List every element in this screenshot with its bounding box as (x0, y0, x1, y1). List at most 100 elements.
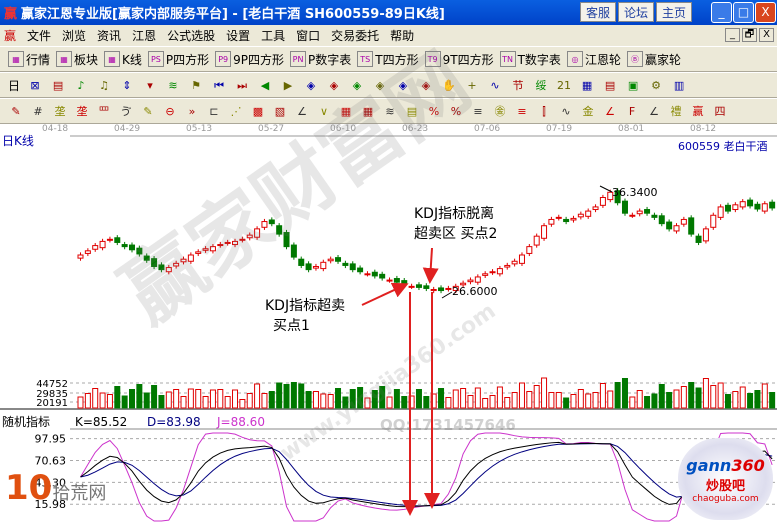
volume-bar (732, 391, 739, 409)
candle-body (386, 279, 393, 282)
volume-bar (165, 391, 172, 409)
volume-bar (180, 396, 187, 409)
volume-bar (769, 392, 776, 409)
volume-bar (393, 389, 400, 409)
candle-body (717, 206, 724, 218)
candle-body (129, 244, 136, 251)
candle-body (666, 221, 673, 230)
volume-bar (533, 385, 540, 409)
volume-bar (680, 386, 687, 409)
volume-bar (84, 393, 91, 409)
candle-body (114, 237, 121, 243)
volume-bar (114, 386, 121, 409)
candle-body (136, 247, 143, 255)
price-chart[interactable]: 44752298352019197.9570.6343.3015.98 (0, 0, 777, 524)
annotation-line: 超卖区 买点2 (414, 226, 498, 242)
candle-body (106, 238, 113, 241)
volume-bar (673, 389, 680, 409)
buy-point-2-arrow (422, 247, 439, 284)
kdj-d-line (80, 443, 773, 507)
volume-bar (173, 389, 180, 409)
candle-body (92, 245, 99, 250)
volume-bar (761, 383, 768, 409)
volume-bar (423, 396, 430, 409)
volume-bar (658, 384, 665, 409)
candle-body (585, 210, 592, 217)
candle-body (445, 287, 452, 290)
volume-bar (636, 390, 643, 409)
candle-body (474, 276, 481, 283)
candle-body (254, 228, 261, 238)
candle-body (276, 225, 283, 235)
volume-bar (717, 382, 724, 409)
volume-bar (106, 394, 113, 409)
volume-bar (349, 389, 356, 409)
volume-bar (592, 392, 599, 409)
candle-body (239, 238, 246, 241)
candle-body (599, 197, 606, 206)
candle-body (504, 264, 511, 268)
volume-bar (474, 387, 481, 409)
candle-body (158, 264, 165, 271)
candle-body (99, 240, 106, 249)
candle-body (379, 273, 386, 279)
volume-bar (202, 396, 209, 409)
high-price-label: 36.3400 (612, 186, 658, 199)
candle-body (371, 271, 378, 277)
volume-bar (577, 389, 584, 409)
volume-bar (357, 387, 364, 409)
low-price-pointer (441, 291, 453, 299)
volume-bar (298, 383, 305, 409)
volume-bar (239, 399, 246, 409)
candle-body (680, 218, 687, 225)
volume-bar (386, 396, 393, 409)
candle-body (732, 204, 739, 211)
volume-bar (246, 393, 253, 409)
candle-body (283, 232, 290, 248)
candle-body (541, 225, 548, 239)
buy-point-1-arrow (361, 282, 409, 306)
volume-bar (599, 383, 606, 409)
volume-bar (99, 392, 106, 409)
volume-bar (452, 389, 459, 409)
candle-body (570, 217, 577, 221)
candle-body (563, 218, 570, 223)
volume-tick: 20191 (36, 398, 68, 409)
volume-bar (526, 391, 533, 409)
kdj-k-value: K=85.52 (75, 415, 128, 429)
volume-bar (143, 392, 150, 409)
candle-body (401, 280, 408, 285)
volume-bar (607, 390, 614, 409)
volume-bar (276, 382, 283, 409)
volume-bar (644, 396, 651, 409)
volume-bar (364, 397, 371, 409)
annotation-line: 买点1 (273, 318, 310, 334)
candle-body (195, 251, 202, 254)
candle-body (364, 273, 371, 276)
annotation-buy-point-2: KDJ指标脱离 超卖区 买点2 (414, 204, 497, 244)
annotation-line: KDJ指标超卖 (265, 298, 346, 314)
candle-body (423, 285, 430, 289)
volume-bar (312, 391, 319, 409)
candle-body (754, 203, 761, 210)
candle-body (84, 250, 91, 254)
candle-body (143, 255, 150, 261)
volume-bar (224, 396, 231, 409)
volume-bar (136, 384, 143, 409)
volume-bar (629, 396, 636, 409)
logo-left: 10拾荒网 (5, 468, 107, 508)
high-price-pointer (599, 185, 613, 193)
candle-body (246, 234, 253, 239)
volume-bar (585, 393, 592, 409)
volume-bar (327, 394, 334, 409)
candle-body (496, 268, 503, 275)
volume-bar (187, 388, 194, 409)
kdj-tick: 70.63 (35, 454, 67, 467)
candle-body (651, 214, 658, 218)
annotation-line: KDJ指标脱离 (414, 206, 495, 222)
volume-bar (548, 392, 555, 409)
volume-bar (739, 386, 746, 409)
volume-bar (371, 390, 378, 409)
volume-bar (401, 396, 408, 409)
volume-bar (77, 396, 84, 409)
